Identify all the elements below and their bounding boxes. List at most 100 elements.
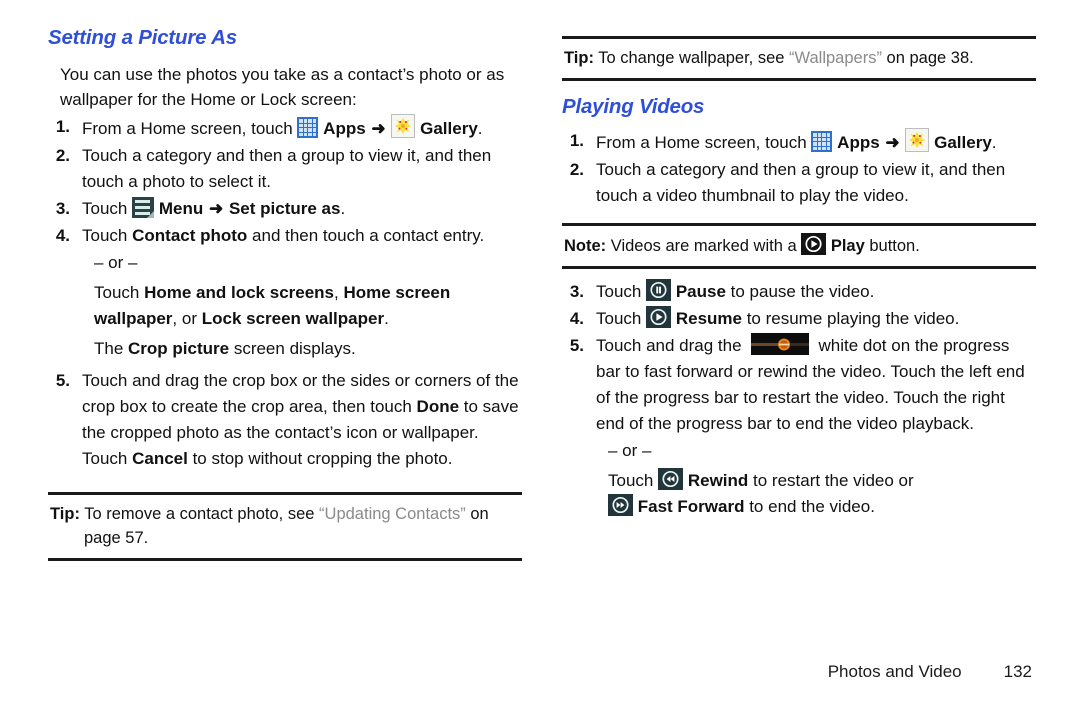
gallery-icon[interactable] (391, 114, 416, 138)
step-text-pre: From a Home screen, touch (82, 119, 293, 138)
step-number: 5. (569, 336, 584, 355)
rewind-label: Rewind (687, 471, 749, 490)
alt-sep-2: , or (172, 309, 202, 328)
tip-post: on page 38. (881, 49, 974, 67)
step-number: 2. (55, 146, 70, 165)
step-item: 1. From a Home screen, touch Apps ➜ Gall… (48, 114, 522, 142)
footer-page-number: 132 (1003, 662, 1032, 681)
step-item: 4. Touch Resume to resume playing the vi… (562, 306, 1036, 332)
tip-pre: To change wallpaper, see (593, 49, 790, 67)
step-text-pre: From a Home screen, touch (596, 133, 807, 152)
apps-icon[interactable] (811, 131, 833, 152)
step-item: 5. Touch and drag the crop box or the si… (48, 368, 522, 472)
intro-paragraph: You can use the photos you take as a con… (60, 65, 505, 109)
arrow-icon: ➜ (208, 199, 224, 218)
tip-change-wallpaper: Tip: To change wallpaper, see “Wallpaper… (562, 36, 1036, 81)
alt-pre: Touch (608, 471, 654, 490)
left-column: Setting a Picture As You can use the pho… (48, 26, 522, 720)
done-label: Done (416, 397, 460, 416)
step-text-post: . (340, 199, 346, 218)
step-text-post: and then touch a contact entry. (247, 226, 485, 245)
playing-videos-steps: 1. From a Home screen, touch Apps ➜ Gall… (562, 128, 1036, 209)
apps-label: Apps (323, 119, 366, 138)
play-icon[interactable] (801, 233, 827, 255)
step-text-pre: Touch (596, 282, 642, 301)
gallery-label: Gallery (934, 133, 992, 152)
step-text-post: to stop without cropping the photo. (187, 449, 453, 468)
step-number: 3. (55, 199, 70, 218)
step-item: 5. Touch and drag the white dot on the p… (562, 333, 1036, 437)
alternate-instruction: Touch Home and lock screens, Home screen… (48, 280, 522, 332)
cross-reference-link[interactable]: “Updating Contacts” (319, 505, 466, 523)
contact-photo-label: Contact photo (132, 226, 248, 245)
step-number: 4. (55, 226, 70, 245)
rewind-icon[interactable] (658, 468, 684, 490)
step-item: 4. Touch Contact photo and then touch a … (48, 223, 522, 249)
alt-mid: to restart the video or (748, 471, 914, 490)
cross-reference-link[interactable]: “Wallpapers” (789, 49, 882, 67)
callout-text: Note: Videos are marked with a Play butt… (564, 233, 1034, 258)
play-label: Play (830, 237, 865, 255)
right-column: Tip: To change wallpaper, see “Wallpaper… (562, 26, 1036, 720)
manual-page: Setting a Picture As You can use the pho… (0, 0, 1080, 720)
step-item: 2. Touch a category and then a group to … (562, 157, 1036, 209)
alt-post: . (384, 309, 389, 328)
pause-icon[interactable] (646, 279, 672, 301)
resume-icon[interactable] (646, 306, 672, 328)
or-separator: – or – (608, 441, 652, 460)
setting-picture-steps-cont: 5. Touch and drag the crop box or the si… (48, 368, 522, 472)
alt-pre: Touch (94, 283, 145, 302)
page-title: Setting a Picture As (48, 26, 237, 49)
step-text: Touch Pause to pause the video. (596, 279, 1036, 305)
step-text-post: to resume playing the video. (741, 309, 960, 328)
step-number: 2. (569, 160, 584, 179)
step-text: From a Home screen, touch Apps ➜ Gallery… (596, 128, 1036, 156)
gallery-label: Gallery (420, 119, 478, 138)
crop-picture-result: The Crop picture screen displays. (48, 336, 522, 362)
footer-chapter: Photos and Video (827, 662, 962, 681)
crop-picture-label: Crop picture (128, 339, 230, 358)
step-number: 5. (55, 371, 70, 390)
or-separator: – or – (94, 253, 138, 272)
playing-videos-steps-cont: 3. Touch Pause to pause the video. 4. To… (562, 279, 1036, 437)
note-pre: Videos are marked with a (606, 237, 802, 255)
gallery-icon[interactable] (905, 128, 930, 152)
step-text: Touch and drag the white dot on the prog… (596, 333, 1036, 437)
step-text: Touch Resume to resume playing the video… (596, 306, 1036, 332)
step-number: 3. (569, 282, 584, 301)
alt-post: to end the video. (744, 497, 875, 516)
step-text-pre: Touch (82, 199, 128, 218)
arrow-icon: ➜ (371, 119, 386, 138)
step-text-post: . (991, 133, 997, 152)
step-text: Touch a category and then a group to vie… (596, 160, 1006, 205)
step-text: Touch and drag the crop box or the sides… (82, 368, 522, 472)
home-and-lock-screens-label: Home and lock screens (144, 283, 335, 302)
step-text-post: to pause the video. (725, 282, 875, 301)
step-text: Touch Contact photo and then touch a con… (82, 223, 522, 249)
tip-label: Tip: (50, 505, 80, 523)
step-text: Touch Menu ➜ Set picture as. (82, 196, 522, 222)
section-title-playing-videos: Playing Videos (562, 95, 705, 118)
callout-text: Tip: To change wallpaper, see “Wallpaper… (564, 46, 1034, 70)
pause-label: Pause (675, 282, 726, 301)
set-picture-as-label: Set picture as (228, 199, 341, 218)
lock-screen-wallpaper-label: Lock screen wallpaper (201, 309, 385, 328)
apps-icon[interactable] (297, 117, 319, 138)
menu-icon[interactable] (132, 197, 155, 218)
step-text: Touch a category and then a group to vie… (82, 146, 492, 191)
step-item: 3. Touch Menu ➜ Set picture as. (48, 196, 522, 222)
step-item: 1. From a Home screen, touch Apps ➜ Gall… (562, 128, 1036, 156)
step-text-pre: Touch (596, 309, 642, 328)
step-item: 2. Touch a category and then a group to … (48, 143, 522, 195)
fast-forward-icon[interactable] (608, 494, 633, 516)
note-play-button: Note: Videos are marked with a Play butt… (562, 223, 1036, 269)
cancel-label: Cancel (132, 449, 188, 468)
arrow-icon: ➜ (885, 133, 900, 152)
progress-bar-icon[interactable] (751, 333, 810, 355)
menu-label: Menu (158, 199, 204, 218)
page-footer: Photos and Video 132 (828, 662, 1032, 682)
resume-label: Resume (675, 309, 742, 328)
callout-text: Tip: To remove a contact photo, see “Upd… (50, 502, 520, 550)
step-text-pre: Touch and drag the (596, 336, 742, 355)
step-item: 3. Touch Pause to pause the video. (562, 279, 1036, 305)
